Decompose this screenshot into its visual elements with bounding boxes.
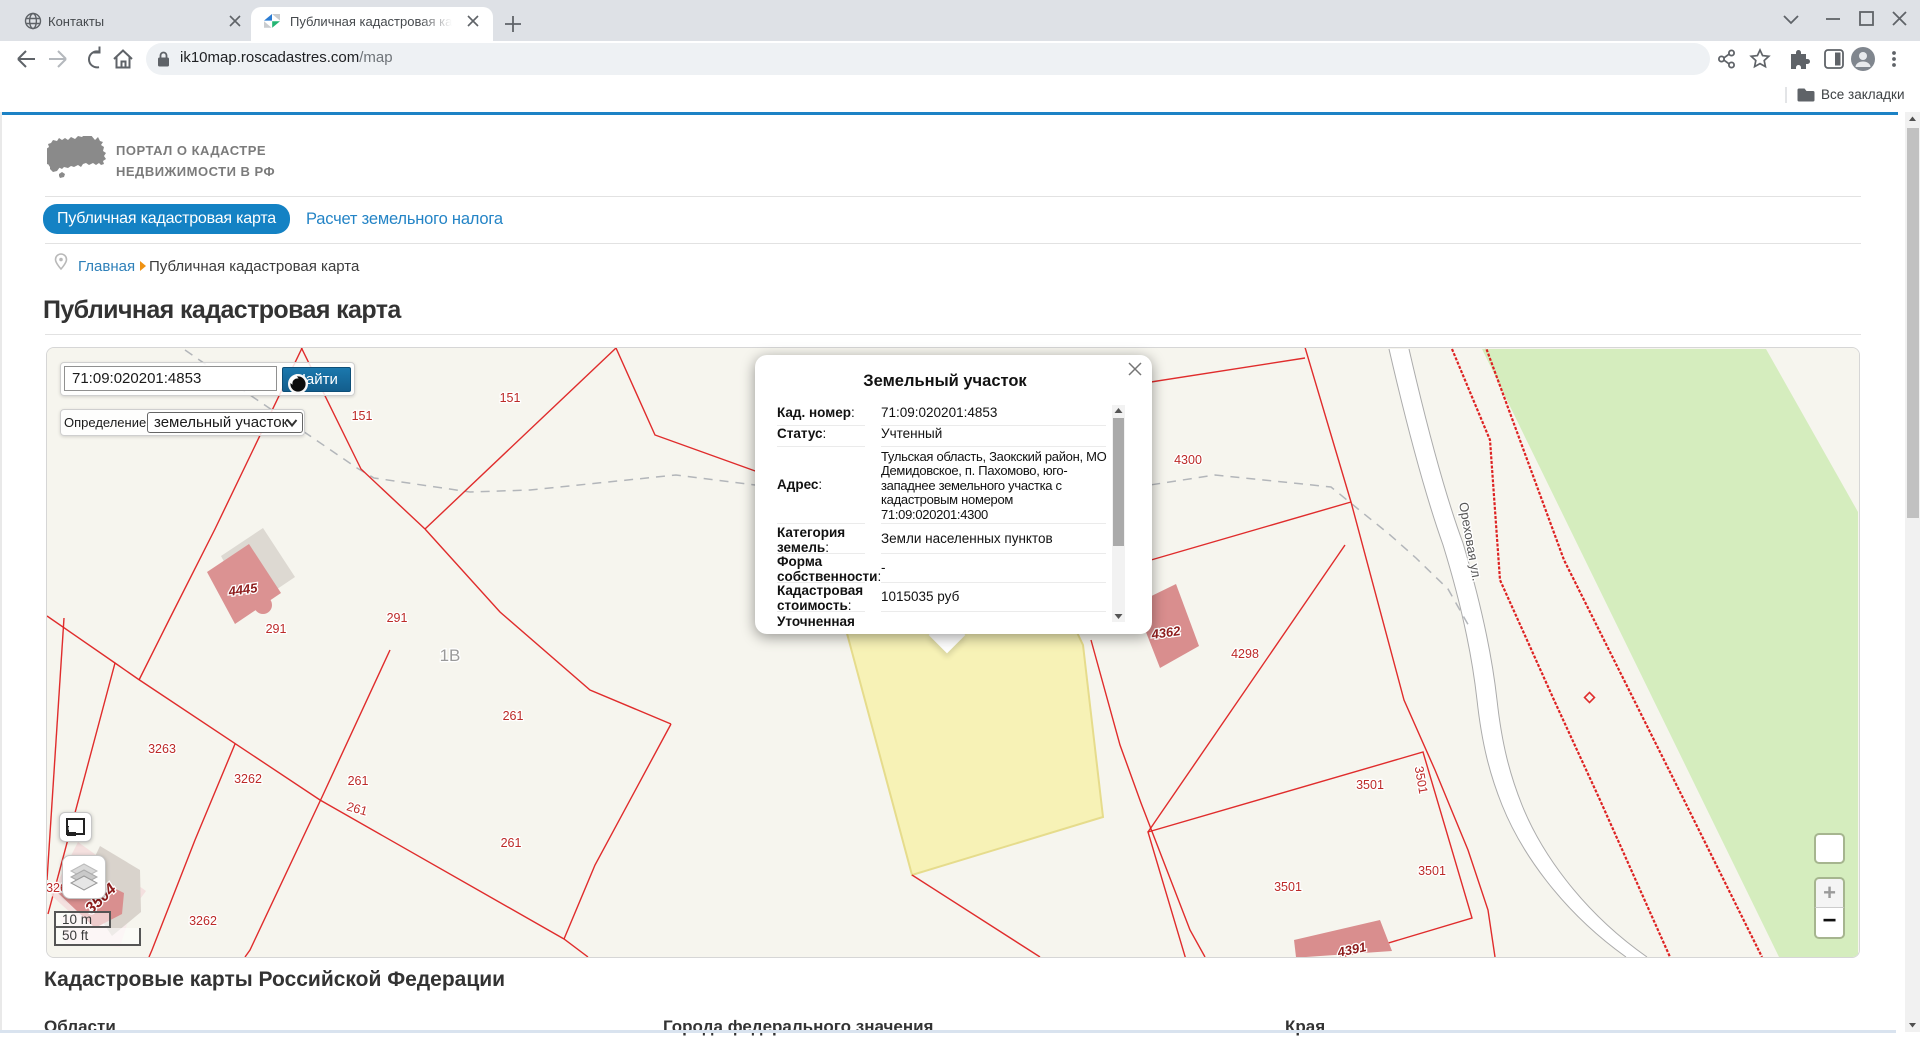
- svg-text:291: 291: [266, 622, 287, 636]
- svg-text:151: 151: [500, 391, 521, 405]
- svg-text:291: 291: [387, 611, 408, 625]
- svg-text:3501: 3501: [1274, 880, 1302, 894]
- svg-text:3262: 3262: [234, 772, 262, 786]
- svg-text:261: 261: [501, 836, 522, 850]
- svg-text:4298: 4298: [1231, 647, 1259, 661]
- svg-text:261: 261: [503, 709, 524, 723]
- svg-text:1В: 1В: [440, 646, 461, 665]
- svg-text:3263: 3263: [148, 742, 176, 756]
- svg-text:3262: 3262: [189, 914, 217, 928]
- svg-text:3501: 3501: [1356, 778, 1384, 792]
- svg-text:261: 261: [348, 774, 369, 788]
- svg-text:4300: 4300: [1174, 453, 1202, 467]
- svg-text:3501: 3501: [1418, 864, 1446, 878]
- svg-text:151: 151: [352, 409, 373, 423]
